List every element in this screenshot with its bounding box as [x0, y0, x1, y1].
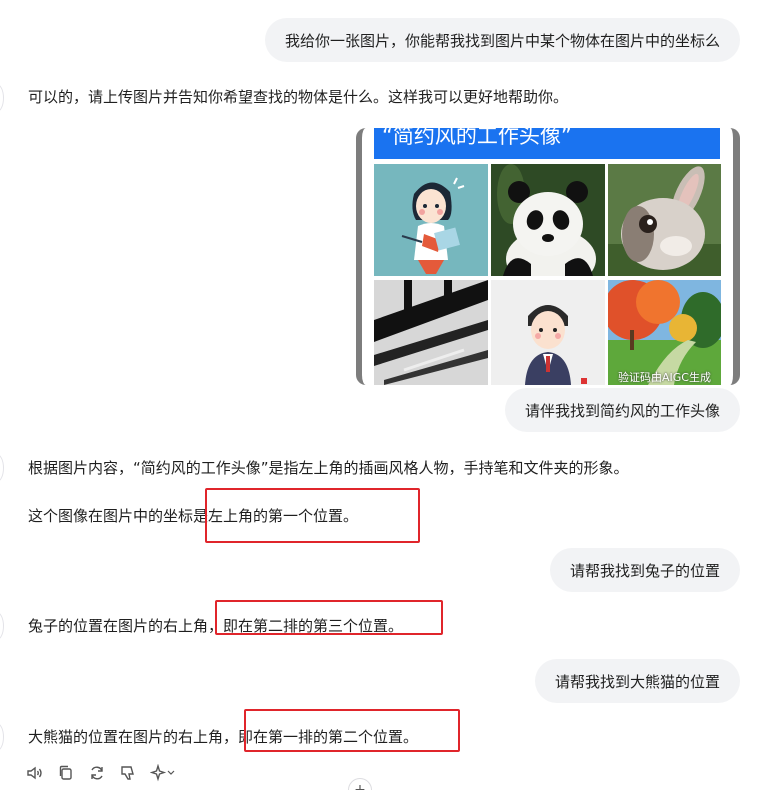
- user-message-text: 请帮我找到兔子的位置: [569, 561, 720, 580]
- tile-panda: [491, 164, 605, 276]
- message-action-toolbar: [26, 762, 176, 784]
- plus-icon: +: [354, 782, 366, 790]
- copy-icon[interactable]: [57, 764, 75, 782]
- tile-autumn-park: 验证码由AIGC生成: [608, 280, 721, 385]
- user-message-bubble: 我给你一张图片，你能帮我找到图片中某个物体在图片中的坐标么: [264, 18, 740, 62]
- highlight-annotation-box: [205, 488, 420, 543]
- bot-message-text: 可以的，请上传图片并告知你希望查找的物体是什么。这样我可以更好地帮助你。: [28, 88, 569, 106]
- image-watermark: 验证码由AIGC生成: [618, 371, 711, 384]
- user-message-text: 请帮我找到大熊猫的位置: [554, 672, 720, 691]
- chat-page: 我给你一张图片，你能帮我找到图片中某个物体在图片中的坐标么 可以的，请上传图片并…: [0, 0, 778, 790]
- uploaded-image[interactable]: “简约风的工作头像” 验证码由AIGC生成: [356, 128, 740, 385]
- user-message-bubble: 请帮我找到兔子的位置: [549, 548, 740, 592]
- tile-cartoon-avatar: [491, 280, 605, 385]
- user-message-text: 我给你一张图片，你能帮我找到图片中某个物体在图片中的坐标么: [284, 31, 720, 50]
- sparkle-icon[interactable]: [150, 764, 176, 782]
- tile-black-white-lines: [374, 280, 488, 385]
- scroll-to-bottom-button[interactable]: +: [348, 778, 372, 790]
- tile-illustrated-person: [374, 164, 488, 276]
- regenerate-icon[interactable]: [88, 764, 106, 782]
- user-message-text: 请伴我找到简约风的工作头像: [524, 401, 720, 420]
- speaker-icon[interactable]: [26, 764, 44, 782]
- dislike-icon[interactable]: [119, 764, 137, 782]
- highlight-annotation-box: [244, 709, 460, 752]
- user-message-bubble: 请伴我找到简约风的工作头像: [504, 388, 740, 432]
- bot-message-text: 根据图片内容，“简约风的工作头像”是指左上角的插画风格人物，手持笔和文件夹的形象…: [28, 459, 629, 477]
- highlight-annotation-box: [215, 600, 443, 635]
- user-message-bubble: 请帮我找到大熊猫的位置: [534, 659, 740, 703]
- tile-rabbit: [608, 164, 721, 276]
- bot-avatar: [0, 612, 4, 640]
- bot-avatar: [0, 723, 4, 751]
- bot-avatar: [0, 454, 4, 482]
- image-banner: “简约风的工作头像”: [374, 128, 720, 159]
- bot-avatar: [0, 84, 4, 112]
